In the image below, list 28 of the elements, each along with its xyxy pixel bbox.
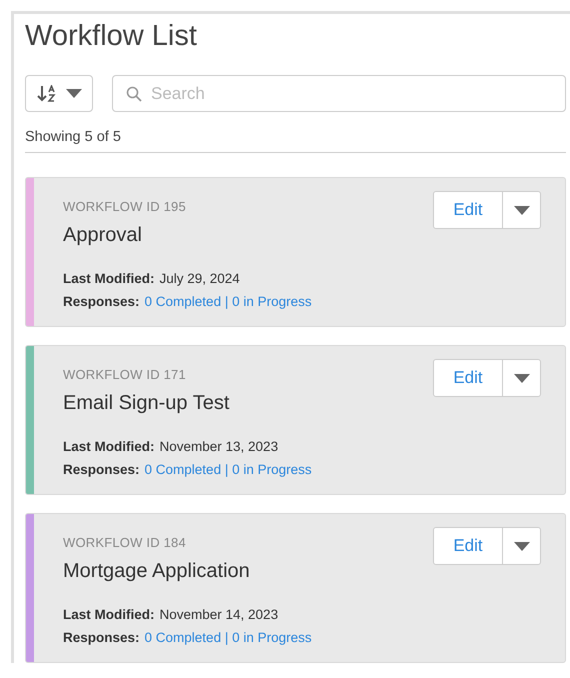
modified-date: November 14, 2023	[160, 606, 278, 624]
modified-date: November 13, 2023	[160, 438, 278, 456]
workflow-name: Email Sign-up Test	[63, 392, 230, 415]
caret-icon	[514, 374, 530, 382]
field-label: Last Modified:	[63, 438, 154, 456]
field-label: Responses:	[63, 293, 140, 311]
field-label: Last Modified:	[63, 606, 154, 624]
search-field[interactable]: Search	[112, 75, 566, 112]
sort-button[interactable]	[25, 75, 93, 112]
workflow-id: WORKFLOW ID 171	[63, 367, 186, 382]
responses-link[interactable]: 0 Completed | 0 in Progress	[144, 290, 312, 313]
responses-link[interactable]: 0 Completed | 0 in Progress	[144, 626, 312, 649]
workflow-id: WORKFLOW ID 195	[63, 199, 186, 214]
field-label: Last Modified:	[63, 270, 154, 288]
responses-link[interactable]: 0 Completed | 0 in Progress	[144, 458, 312, 481]
result-count: Showing 5 of 5	[25, 129, 121, 145]
search-icon	[126, 86, 142, 102]
field-label: Responses:	[63, 461, 140, 479]
caret-icon	[66, 89, 82, 98]
caret-icon	[514, 206, 530, 214]
page-title: Workflow List	[25, 20, 197, 53]
workflow-name: Approval	[63, 224, 142, 247]
caret-icon	[514, 542, 530, 550]
field-label: Responses:	[63, 629, 140, 647]
modified-date: July 29, 2024	[160, 270, 240, 288]
workflow-name: Mortgage Application	[63, 560, 250, 583]
sort-icon	[36, 85, 56, 102]
workflow-id: WORKFLOW ID 184	[63, 535, 186, 550]
